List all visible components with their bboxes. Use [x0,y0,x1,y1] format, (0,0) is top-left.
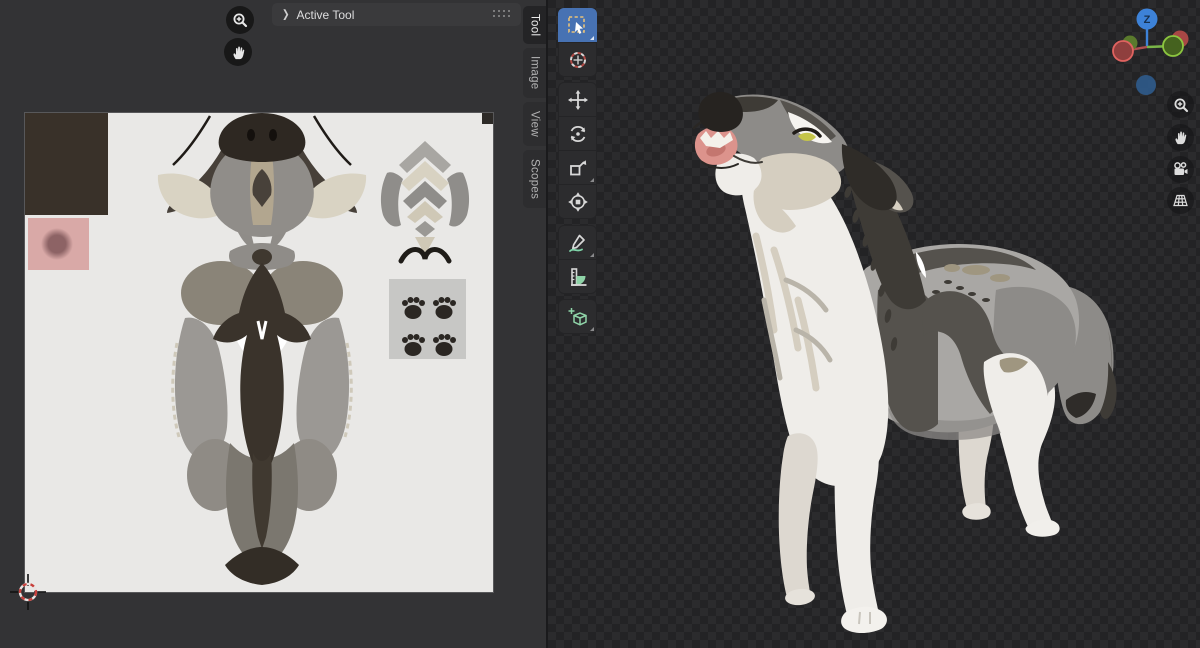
wolf-texture-art [25,113,493,592]
cursor-tool-icon[interactable] [558,42,597,77]
zoom-in-icon[interactable] [226,6,254,34]
transform-icon[interactable] [558,184,597,219]
texture-image[interactable] [25,113,493,592]
active-tool-panel-header[interactable]: ❯ Active Tool [272,3,521,26]
panel-title: Active Tool [297,8,355,22]
panel-drag-grip-icon[interactable] [493,10,513,20]
tab-scopes[interactable]: Scopes [523,150,546,208]
tab-tool[interactable]: Tool [523,6,546,44]
viewport-3d-region[interactable]: Z [548,0,1200,648]
navigation-gizmo[interactable]: Z [1100,2,1192,97]
axis-z-neg-ball [1136,75,1156,95]
collapse-chevron-icon[interactable]: ❯ [282,8,290,21]
tab-view[interactable]: View [523,102,546,146]
2d-cursor[interactable] [10,574,46,610]
annotate-icon[interactable] [558,225,597,260]
axis-x-neg-ball [1113,41,1133,61]
zoom-in-icon[interactable] [1167,91,1194,118]
image-corner-marker [482,113,493,124]
select-box-icon[interactable] [558,8,597,43]
grid-perspective-icon[interactable] [1167,187,1194,214]
sidebar-tabs: Tool Image View Scopes [523,0,546,648]
wolf-model[interactable] [548,0,1200,648]
tab-image[interactable]: Image [523,48,546,98]
rotate-icon[interactable] [558,116,597,151]
axis-z-label: Z [1144,14,1151,26]
pan-hand-icon[interactable] [224,38,252,66]
axis-y-pos-ball [1163,36,1183,56]
add-cube-icon[interactable] [558,299,597,334]
pan-hand-icon[interactable] [1167,124,1194,151]
image-editor-region: ❯ Active Tool Tool Image View Scopes [0,0,548,648]
camera-view-icon[interactable] [1167,156,1194,183]
scale-icon[interactable] [558,150,597,185]
blender-window: { "image_editor": { "panel_header": { "c… [0,0,1200,648]
move-icon[interactable] [558,82,597,117]
measure-icon[interactable] [558,259,597,294]
